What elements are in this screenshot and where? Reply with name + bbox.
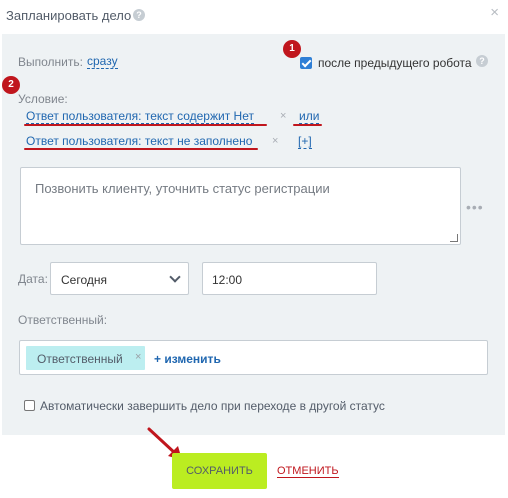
time-value: 12:00 [212, 273, 243, 287]
responsible-tag[interactable]: Ответственный × [26, 346, 145, 370]
more-dots-icon[interactable]: ••• [466, 199, 484, 215]
schedule-task-dialog: Запланировать дело ? × Выполнить: сразу … [0, 0, 508, 498]
condition-row-1-remove-icon[interactable]: × [280, 110, 286, 122]
date-label: Дата: [18, 272, 48, 286]
cancel-link[interactable]: ОТМЕНИТЬ [277, 465, 339, 478]
date-select[interactable]: Сегодня [50, 262, 189, 295]
condition-label: Условие: [18, 92, 68, 106]
tag-close-icon[interactable]: × [135, 351, 141, 363]
execute-mode-link[interactable]: сразу [87, 55, 118, 69]
responsible-field[interactable]: Ответственный × + изменить [19, 340, 488, 375]
question-icon[interactable]: ? [133, 9, 145, 21]
condition-row-2-link[interactable]: Ответ пользователя: текст не заполнено [26, 135, 253, 149]
auto-complete-label: Автоматически завершить дело при переход… [40, 399, 385, 413]
annotation-underline [24, 148, 258, 150]
save-button[interactable]: СОХРАНИТЬ [172, 453, 267, 489]
change-responsible-link[interactable]: + изменить [154, 352, 221, 366]
add-condition-link[interactable]: [+] [298, 135, 312, 149]
task-description-textarea[interactable]: Позвонить клиенту, уточнить статус регис… [20, 167, 461, 245]
auto-complete-checkbox[interactable] [24, 400, 35, 411]
dialog-header: Запланировать дело ? × [0, 0, 508, 32]
responsible-label: Ответственный: [18, 313, 108, 327]
responsible-tag-label: Ответственный [37, 352, 123, 366]
after-previous-checkbox[interactable] [300, 57, 312, 69]
after-previous-label: после предыдущего робота [318, 56, 472, 70]
date-select-value: Сегодня [61, 273, 107, 287]
resize-handle-icon[interactable] [450, 234, 458, 242]
task-description-text: Позвонить клиенту, уточнить статус регис… [35, 181, 330, 196]
question-icon[interactable]: ? [476, 55, 488, 67]
chevron-down-icon [169, 271, 181, 283]
condition-row-2-remove-icon[interactable]: × [272, 135, 278, 147]
annotation-underline [24, 124, 267, 126]
condition-row-1-link[interactable]: Ответ пользователя: текст содержит Нет [26, 110, 254, 124]
execute-label: Выполнить: [18, 55, 83, 69]
time-input[interactable]: 12:00 [202, 262, 377, 295]
save-button-label: СОХРАНИТЬ [186, 465, 253, 477]
annotation-underline [293, 124, 322, 126]
annotation-marker-1: 1 [283, 40, 301, 58]
condition-operator-link[interactable]: или [299, 110, 320, 124]
dialog-title: Запланировать дело [6, 8, 132, 23]
close-icon[interactable]: × [490, 5, 499, 20]
